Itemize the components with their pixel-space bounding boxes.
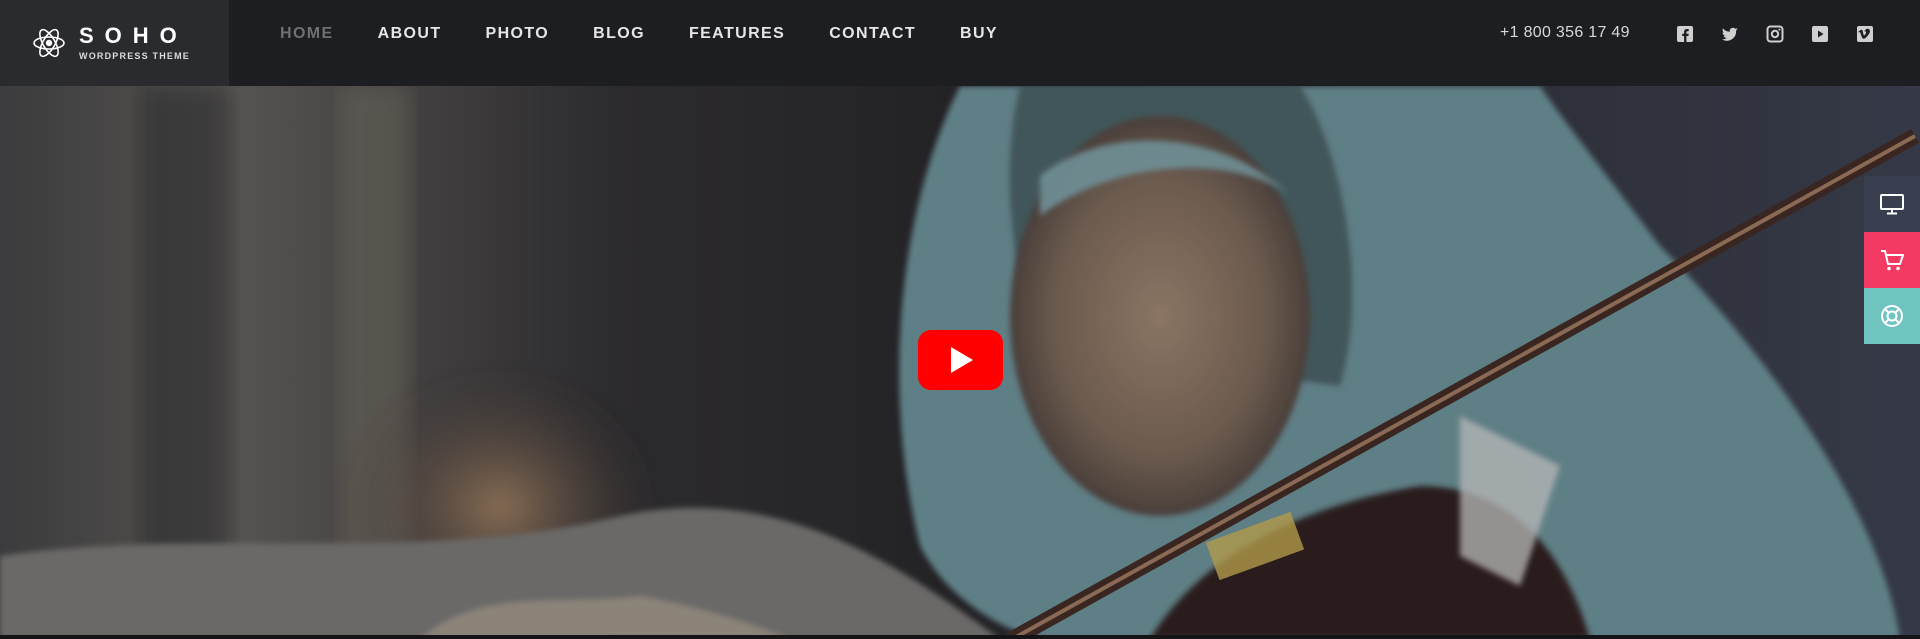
vimeo-icon[interactable] xyxy=(1856,25,1874,43)
instagram-icon[interactable] xyxy=(1766,25,1784,43)
cart-button[interactable] xyxy=(1864,232,1920,288)
atom-logo-icon xyxy=(33,28,65,58)
cart-icon xyxy=(1881,250,1904,271)
twitter-icon[interactable] xyxy=(1721,25,1739,43)
support-button[interactable] xyxy=(1864,288,1920,344)
youtube-play-icon[interactable] xyxy=(918,330,1003,390)
phone-number[interactable]: +1 800 356 17 49 xyxy=(1500,24,1630,42)
nav-item-home[interactable]: HOME xyxy=(280,25,334,43)
social-links xyxy=(1676,25,1901,43)
side-toolbar xyxy=(1864,176,1920,344)
youtube-icon[interactable] xyxy=(1811,25,1829,43)
facebook-icon[interactable] xyxy=(1676,25,1694,43)
brand-name: SOHO xyxy=(79,23,188,48)
brand-tagline: WORDPRESS THEME xyxy=(79,51,191,61)
logo-text: SOHO WORDPRESS THEME xyxy=(79,24,190,62)
nav-item-photo[interactable]: PHOTO xyxy=(486,25,550,43)
nav-item-buy[interactable]: BUY xyxy=(960,25,998,43)
nav-item-contact[interactable]: CONTACT xyxy=(829,25,916,43)
logo[interactable]: SOHO WORDPRESS THEME xyxy=(0,0,229,86)
site-header: SOHO WORDPRESS THEME HOME ABOUT PHOTO BL… xyxy=(0,0,1920,86)
nav-item-features[interactable]: FEATURES xyxy=(689,25,785,43)
monitor-icon xyxy=(1880,194,1904,215)
hero-video[interactable] xyxy=(0,86,1920,639)
main-nav: HOME ABOUT PHOTO BLOG FEATURES CONTACT B… xyxy=(280,0,1042,68)
demo-button[interactable] xyxy=(1864,176,1920,232)
nav-item-about[interactable]: ABOUT xyxy=(378,25,442,43)
lifebuoy-icon xyxy=(1881,305,1903,327)
nav-item-blog[interactable]: BLOG xyxy=(593,25,645,43)
